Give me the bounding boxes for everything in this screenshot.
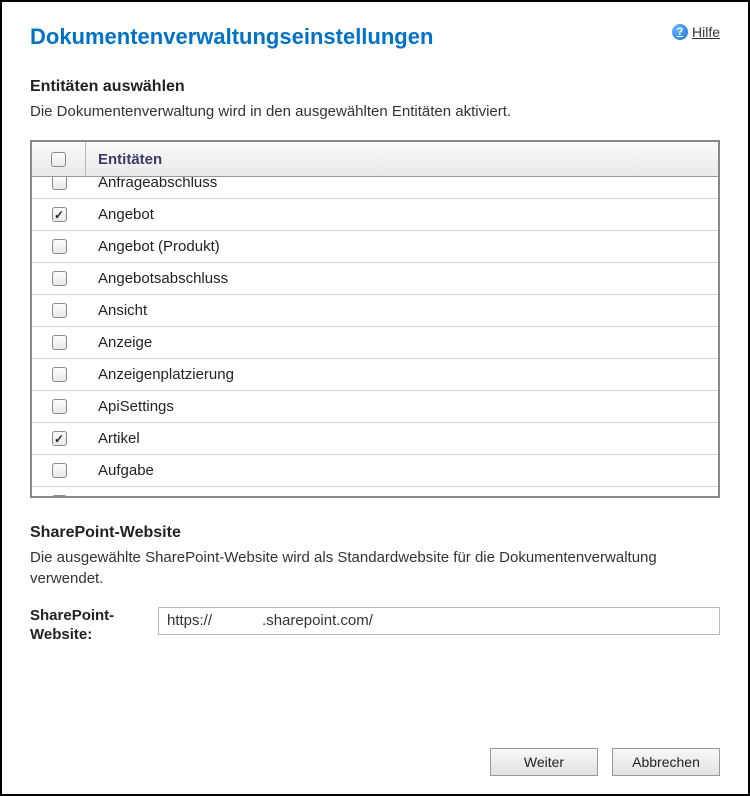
table-row[interactable]: Ansicht [32, 295, 718, 327]
sharepoint-title: SharePoint-Website [30, 524, 720, 542]
row-check-cell [32, 327, 86, 358]
footer: Weiter Abbrechen [30, 738, 720, 776]
row-checkbox[interactable] [52, 431, 67, 446]
row-entity-label: Angebotsabschluss [86, 270, 718, 287]
table-row[interactable]: Anzeigenplatzierung [32, 359, 718, 391]
select-all-cell [32, 142, 86, 176]
entities-title: Entitäten auswählen [30, 78, 720, 96]
row-checkbox[interactable] [52, 271, 67, 286]
row-entity-label: Aufgabe [86, 462, 718, 479]
entities-desc: Die Dokumentenverwaltung wird in den aus… [30, 102, 720, 122]
grid-header: Entitäten [32, 142, 718, 177]
row-checkbox[interactable] [52, 335, 67, 350]
next-button[interactable]: Weiter [490, 748, 598, 776]
row-check-cell [32, 295, 86, 326]
table-row[interactable]: Angebot (Produkt) [32, 231, 718, 263]
row-entity-label: Artikel [86, 430, 718, 447]
table-row[interactable]: Artikel [32, 423, 718, 455]
row-check-cell [32, 487, 86, 496]
table-row[interactable]: ApiSettings [32, 391, 718, 423]
row-entity-label: Ansicht [86, 302, 718, 319]
row-checkbox[interactable] [52, 207, 67, 222]
row-checkbox[interactable] [52, 239, 67, 254]
sharepoint-url-input[interactable] [158, 607, 720, 635]
sharepoint-desc: Die ausgewählte SharePoint-Website wird … [30, 548, 720, 589]
entities-grid: Entitäten Anfrageabschluss Angebot Angebot… [30, 140, 720, 498]
table-row[interactable]: Anzeige [32, 327, 718, 359]
sharepoint-url-row: SharePoint-Website: [30, 607, 720, 645]
row-checkbox[interactable] [52, 367, 67, 382]
cancel-button[interactable]: Abbrechen [612, 748, 720, 776]
row-entity-label: Auftragsabschluss [86, 494, 718, 496]
row-entity-label: Anfrageabschluss [86, 177, 718, 191]
page-title: Dokumentenverwaltungseinstellungen [30, 24, 433, 50]
column-header-entities[interactable]: Entitäten [86, 142, 718, 176]
table-row[interactable]: Auftragsabschluss [32, 487, 718, 496]
row-checkbox[interactable] [52, 463, 67, 478]
help-link[interactable]: ? Hilfe [672, 24, 720, 40]
help-icon: ? [672, 24, 688, 40]
row-checkbox[interactable] [52, 399, 67, 414]
entities-section: Entitäten auswählen Die Dokumentenverwal… [30, 78, 720, 524]
grid-body[interactable]: Anfrageabschluss Angebot Angebot (Produkt)… [32, 177, 718, 496]
table-row[interactable]: Angebot [32, 199, 718, 231]
row-entity-label: Angebot [86, 206, 718, 223]
select-all-checkbox[interactable] [51, 152, 66, 167]
row-check-cell [32, 263, 86, 294]
row-checkbox[interactable] [52, 177, 67, 190]
sharepoint-url-label: SharePoint-Website: [30, 607, 140, 645]
row-check-cell [32, 177, 86, 198]
table-row[interactable]: Angebotsabschluss [32, 263, 718, 295]
table-row[interactable]: Anfrageabschluss [32, 177, 718, 199]
sharepoint-section: SharePoint-Website Die ausgewählte Share… [30, 524, 720, 644]
row-entity-label: Angebot (Produkt) [86, 238, 718, 255]
row-entity-label: ApiSettings [86, 398, 718, 415]
row-check-cell [32, 199, 86, 230]
row-checkbox[interactable] [52, 495, 67, 496]
row-entity-label: Anzeige [86, 334, 718, 351]
table-row[interactable]: Aufgabe [32, 455, 718, 487]
row-checkbox[interactable] [52, 303, 67, 318]
row-entity-label: Anzeigenplatzierung [86, 366, 718, 383]
row-check-cell [32, 455, 86, 486]
row-check-cell [32, 231, 86, 262]
help-label: Hilfe [692, 24, 720, 40]
row-check-cell [32, 391, 86, 422]
row-check-cell [32, 359, 86, 390]
row-check-cell [32, 423, 86, 454]
